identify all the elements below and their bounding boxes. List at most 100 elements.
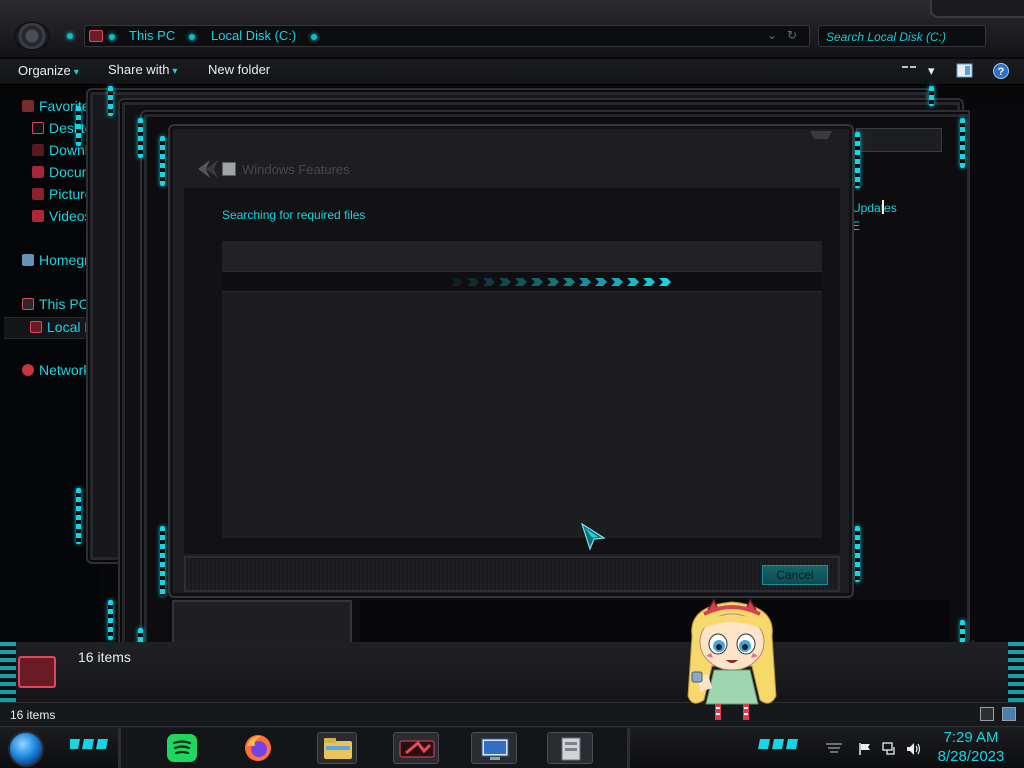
dialog-title-area: Windows Features — [186, 138, 838, 188]
local-disk-icon — [30, 321, 42, 333]
address-bar[interactable]: This PC Local Disk (C:) ⌄ ↻ — [84, 25, 810, 47]
progress-header-band — [222, 241, 822, 271]
help-button[interactable]: ? — [992, 62, 1010, 80]
nav-network-label: Network — [39, 362, 91, 378]
background-window-edge — [968, 110, 1024, 640]
taskbar-clock-time[interactable]: 7:29 AM — [926, 729, 1016, 746]
progress-chevron — [579, 278, 591, 286]
status-item-count: 16 items — [10, 708, 56, 722]
frame-accent-light — [855, 132, 860, 188]
desktop-icon — [32, 122, 44, 134]
taskbar-accent-lights — [758, 739, 798, 749]
progress-chevron — [531, 278, 543, 286]
breadcrumb-separator-icon[interactable] — [311, 34, 317, 40]
breadcrumb-this-pc[interactable]: This PC — [129, 28, 175, 43]
address-dropdown-icon[interactable]: ⌄ — [767, 28, 777, 42]
documents-icon — [32, 166, 44, 178]
breadcrumb-local-disk[interactable]: Local Disk (C:) — [211, 28, 296, 43]
view-dropdown-caret[interactable]: ▾ — [928, 63, 935, 79]
media-taskbar-button[interactable] — [393, 732, 439, 764]
frame-accent-light — [108, 86, 113, 116]
details-item-count: 16 items — [78, 649, 131, 665]
back-button[interactable] — [196, 158, 222, 180]
this-pc-icon — [22, 298, 34, 310]
tray-overflow-icon — [826, 743, 842, 753]
explorer-details-pane — [0, 642, 1024, 702]
spotify-taskbar-button[interactable] — [165, 732, 199, 764]
pictures-icon — [32, 188, 44, 200]
dialog-title: Windows Features — [242, 162, 350, 177]
cancel-button[interactable]: Cancel — [762, 565, 828, 585]
frame-accent-light — [138, 118, 143, 158]
progress-chevron — [659, 278, 671, 286]
frame-accent-light — [160, 526, 165, 596]
back-forward-orb-button[interactable] — [14, 22, 50, 50]
spotify-icon — [167, 734, 197, 762]
new-folder-button[interactable]: New folder — [208, 62, 270, 77]
windows-features-dialog: Windows Features Searching for required … — [168, 124, 854, 598]
background-search-box — [856, 128, 942, 152]
breadcrumb-separator-icon[interactable] — [189, 34, 195, 40]
progress-chevron — [611, 278, 623, 286]
desktop-mascot-character — [687, 598, 777, 720]
dialog-footer: Cancel — [184, 556, 840, 592]
show-hidden-icons-button[interactable] — [826, 741, 842, 755]
preview-pane-button[interactable] — [956, 62, 974, 80]
background-link-updates: Updates — [852, 201, 897, 215]
search-input[interactable] — [819, 27, 985, 47]
text-caret — [882, 200, 884, 214]
details-view-button[interactable] — [980, 707, 994, 721]
refresh-icon[interactable]: ↻ — [787, 28, 797, 42]
search-box[interactable] — [818, 25, 986, 47]
homegroup-icon — [22, 254, 34, 266]
windows-features-icon — [561, 737, 581, 761]
remote-desktop-taskbar-button[interactable] — [471, 732, 517, 764]
frame-accent-light — [0, 642, 16, 702]
progress-bar-fill — [222, 272, 672, 291]
local-disk-large-icon — [18, 656, 56, 688]
media-icon — [399, 740, 435, 758]
local-disk-icon — [89, 30, 103, 42]
progress-chevron — [483, 278, 495, 286]
frame-accent-light — [855, 526, 860, 582]
windows-features-taskbar-button[interactable] — [547, 732, 593, 764]
firefox-taskbar-button[interactable] — [241, 732, 275, 764]
status-bar: 16 items — [0, 702, 1024, 726]
organize-button[interactable]: Organize ▾ — [18, 63, 79, 78]
taskbar-accent-lights — [70, 739, 108, 749]
preview-pane-icon — [956, 63, 973, 78]
progress-chevron — [563, 278, 575, 286]
progress-chevron — [643, 278, 655, 286]
share-with-button[interactable]: Share with ▾ — [108, 62, 177, 77]
nav-this-pc-label: This PC — [39, 296, 89, 312]
taskbar-app-strip — [118, 728, 630, 768]
help-glyph: ? — [998, 66, 1005, 78]
progress-chevron — [515, 278, 527, 286]
breadcrumb-separator-icon — [109, 34, 115, 40]
dialog-body: Searching for required files — [184, 188, 840, 554]
network-icon — [22, 364, 34, 376]
taskbar: 7:29 AM 8/28/2023 — [0, 726, 1024, 768]
progress-chevron — [595, 278, 607, 286]
network-tray-button[interactable] — [882, 741, 896, 755]
taskbar-clock-date[interactable]: 8/28/2023 — [926, 748, 1016, 765]
large-icons-view-button[interactable] — [1002, 707, 1016, 721]
progress-chevrons — [450, 275, 672, 289]
nav-history-dot-icon[interactable] — [67, 33, 73, 39]
videos-icon — [32, 210, 44, 222]
change-view-button[interactable] — [900, 62, 931, 80]
action-center-flag-icon — [859, 743, 870, 755]
frame-accent-light — [929, 86, 934, 106]
navigation-pane: Favorites Desktop Downloads Documents Pi… — [0, 86, 120, 642]
desktop: This PC Local Disk (C:) ⌄ ↻ Organize▾ Sh… — [0, 0, 1024, 768]
frame-accent-light — [160, 136, 165, 186]
organize-label: Organize — [18, 63, 71, 78]
volume-tray-button[interactable] — [906, 741, 921, 755]
progress-bar — [222, 271, 822, 292]
action-center-button[interactable] — [858, 741, 872, 755]
explorer-address-row: This PC Local Disk (C:) ⌄ ↻ — [0, 0, 1024, 58]
start-button[interactable] — [8, 731, 44, 767]
file-explorer-taskbar-button[interactable] — [317, 732, 357, 764]
progress-chevron — [627, 278, 639, 286]
dialog-caption-notch — [806, 126, 836, 139]
